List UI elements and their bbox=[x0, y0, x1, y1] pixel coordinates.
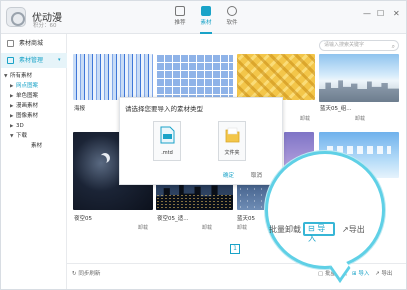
software-icon bbox=[227, 6, 237, 16]
mtd-option-label: .mtd bbox=[161, 150, 173, 156]
sidebar-item-label: 素材商城 bbox=[19, 40, 44, 47]
zoom-callout bbox=[265, 151, 385, 269]
dialog-title: 请选择您要导入的素材类型 bbox=[125, 105, 203, 113]
material-tile[interactable] bbox=[73, 54, 153, 100]
tree-root-label: 所有素材 bbox=[10, 73, 33, 79]
zoom-import-button: ⊟ 导入 bbox=[303, 222, 335, 243]
folder-option[interactable]: 文件夹 bbox=[218, 121, 246, 161]
trash-icon: ▢ bbox=[318, 271, 325, 277]
page-number-button[interactable]: 1 bbox=[230, 244, 240, 254]
tree-item-mono[interactable]: ▶ 单色图案 bbox=[10, 92, 38, 101]
sidebar-item-manage[interactable]: 素材管理 ▾ bbox=[1, 53, 67, 68]
tab-materials[interactable]: 素材 bbox=[193, 6, 219, 34]
search-input[interactable]: 请输入搜索关键字 ⌕ bbox=[319, 40, 399, 51]
material-tile[interactable] bbox=[319, 54, 399, 102]
tree-item-label: 单色图案 bbox=[16, 93, 39, 99]
manage-icon bbox=[7, 57, 14, 64]
mtd-file-icon bbox=[160, 126, 175, 144]
recommend-icon bbox=[175, 6, 185, 16]
tab-materials-label: 素材 bbox=[200, 20, 212, 26]
export-label: 导出 bbox=[381, 271, 393, 277]
uninstall-link[interactable]: 卸载 bbox=[237, 224, 247, 231]
material-tile[interactable] bbox=[237, 54, 315, 100]
user-points: 积分：60 bbox=[33, 23, 57, 29]
sync-refresh-button[interactable]: ↻ 同步刷新 bbox=[72, 269, 100, 277]
tree-item-image[interactable]: ▶ 图像素材 bbox=[10, 112, 38, 121]
sidebar: 素材商城 素材管理 ▾ ▼ 所有素材 ▶ 网点图案 ▶ 单色图案 ▶ 漫画素材 ▶ 图像素… bbox=[1, 34, 67, 289]
tree-item-download[interactable]: ▼ 下载 bbox=[10, 132, 27, 141]
tile-label: 夜空05 bbox=[74, 216, 92, 222]
cancel-button[interactable]: 取消 bbox=[251, 171, 262, 179]
zoom-export-label: 导出 bbox=[348, 225, 365, 234]
close-button[interactable]: ✕ bbox=[393, 9, 400, 18]
search-placeholder: 请输入搜索关键字 bbox=[324, 42, 365, 48]
materials-icon bbox=[201, 6, 211, 16]
tab-recommend-label: 推荐 bbox=[174, 20, 186, 26]
tab-software[interactable]: 软件 bbox=[219, 6, 245, 32]
sync-refresh-label: 同步刷新 bbox=[78, 271, 101, 277]
confirm-button[interactable]: 确定 bbox=[223, 171, 234, 179]
tree-item-label: 下载 bbox=[16, 133, 28, 139]
export-icon: ↗ bbox=[342, 225, 349, 234]
tree-item-label: 漫画素材 bbox=[16, 103, 39, 109]
zoom-batch-uninstall: 批量卸载 bbox=[269, 225, 301, 234]
app-logo-icon bbox=[6, 7, 26, 27]
folder-option-label: 文件夹 bbox=[224, 150, 240, 156]
sidebar-item-label: 素材管理 bbox=[19, 57, 44, 64]
tree-item-label: 网点图案 bbox=[16, 83, 39, 89]
search-icon: ⌕ bbox=[391, 43, 395, 50]
uninstall-link[interactable]: 卸载 bbox=[355, 115, 365, 122]
app-window: 优动漫 积分：60 推荐 素材 软件 — ☐ ✕ 素材商城 素材管理 ▾ ▼所 bbox=[0, 0, 407, 290]
tree-item-manga[interactable]: ▶ 漫画素材 bbox=[10, 102, 38, 111]
folder-icon bbox=[225, 127, 240, 143]
import-label: 导入 bbox=[358, 271, 370, 277]
maximize-button[interactable]: ☐ bbox=[377, 9, 384, 18]
zoom-export: ↗导出 bbox=[342, 224, 365, 235]
material-tile[interactable] bbox=[156, 54, 233, 100]
import-type-dialog: 请选择您要导入的素材类型 .mtd 文件夹 确定 取消 bbox=[119, 97, 283, 185]
uninstall-link[interactable]: 卸载 bbox=[202, 224, 212, 231]
sidebar-item-store[interactable]: 素材商城 bbox=[1, 36, 67, 51]
chevron-down-icon: ▾ bbox=[58, 57, 61, 63]
tree-item-label: 图像素材 bbox=[16, 113, 39, 119]
mtd-option[interactable]: .mtd bbox=[153, 121, 181, 161]
uninstall-link[interactable]: 卸载 bbox=[138, 224, 148, 231]
export-button[interactable]: ↗ 导出 bbox=[375, 269, 392, 277]
tile-label: 海报 bbox=[74, 106, 86, 112]
tree-item-screentone[interactable]: ▶ 网点图案 bbox=[10, 82, 38, 91]
tab-recommend[interactable]: 推荐 bbox=[167, 6, 193, 32]
minimize-button[interactable]: — bbox=[363, 9, 371, 18]
import-button[interactable]: ⊞ 导入 bbox=[352, 269, 369, 277]
tile-label: 蓝天05_组... bbox=[320, 106, 352, 112]
title-bar: 优动漫 积分：60 推荐 素材 软件 — ☐ ✕ bbox=[1, 1, 406, 34]
bottom-toolbar: ↻ 同步刷新 ▢ 批量卸载 ⊞ 导入 ↗ 导出 bbox=[67, 263, 406, 289]
uninstall-link[interactable]: 卸载 bbox=[300, 115, 310, 122]
tree-root[interactable]: ▼ 所有素材 bbox=[4, 72, 32, 81]
tile-label: 夜空05_适... bbox=[157, 216, 189, 222]
tab-software-label: 软件 bbox=[226, 20, 238, 26]
tree-item-label: 3D bbox=[16, 123, 24, 129]
tree-item-3d[interactable]: ▶ 3D bbox=[10, 122, 24, 131]
tree-subitem-material[interactable]: 素材 bbox=[31, 142, 42, 151]
store-icon bbox=[7, 40, 14, 47]
import-icon: ⊟ bbox=[308, 224, 318, 233]
tile-label: 蓝天05 bbox=[237, 216, 255, 222]
